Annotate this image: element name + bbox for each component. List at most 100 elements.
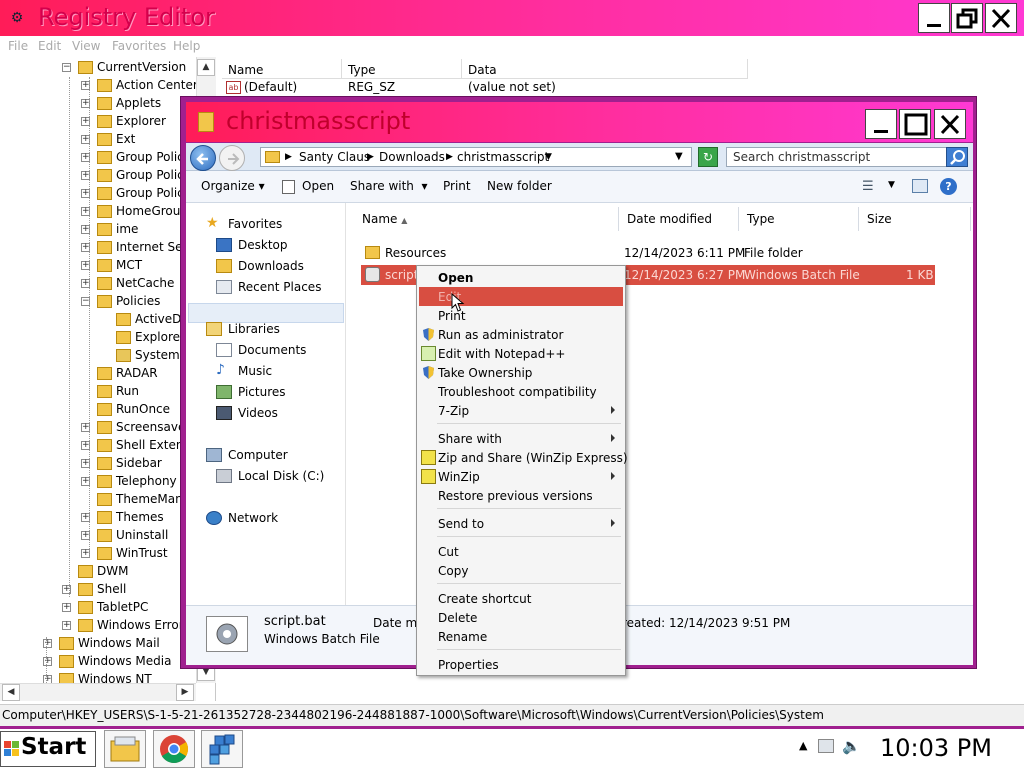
show-hidden-icons-icon[interactable]: ▲ bbox=[799, 739, 807, 752]
taskbar-file-explorer[interactable] bbox=[104, 730, 146, 768]
share-with-button[interactable]: Share with ▾ bbox=[350, 179, 428, 193]
search-button[interactable] bbox=[946, 147, 968, 167]
expand-icon[interactable]: + bbox=[62, 621, 71, 630]
tree-item[interactable]: + Telephony bbox=[0, 473, 200, 491]
tree-item[interactable]: ActiveDe bbox=[0, 311, 200, 329]
menu-item-print[interactable]: Print bbox=[419, 306, 623, 325]
menu-edit[interactable]: Edit bbox=[38, 39, 61, 53]
taskbar-clock[interactable]: 10:03 PM bbox=[880, 734, 992, 762]
tree-item[interactable]: ThemeMan bbox=[0, 491, 200, 509]
registry-minimize-button[interactable] bbox=[918, 3, 950, 33]
breadcrumb-chevron-icon[interactable]: ▼ bbox=[545, 152, 552, 162]
menu-item-create-shortcut[interactable]: Create shortcut bbox=[419, 589, 623, 608]
open-button[interactable]: Open bbox=[302, 179, 334, 193]
refresh-button[interactable]: ↻ bbox=[698, 147, 718, 167]
menu-item-troubleshoot[interactable]: Troubleshoot compatibility bbox=[419, 382, 623, 401]
tree-item[interactable]: + Internet Setti bbox=[0, 239, 200, 257]
collapse-icon[interactable]: − bbox=[62, 63, 71, 72]
view-options-icon[interactable]: ☰ bbox=[862, 179, 874, 194]
tree-item[interactable]: + Action Center bbox=[0, 77, 200, 95]
navigation-pane[interactable]: ★ Favorites Desktop Downloads Recent Pla… bbox=[186, 203, 346, 605]
tree-item[interactable]: + Windows Media bbox=[0, 653, 200, 671]
expand-icon[interactable]: + bbox=[43, 639, 52, 648]
tree-item[interactable]: + Ext bbox=[0, 131, 200, 149]
menu-item-winzip[interactable]: WinZip bbox=[419, 467, 623, 486]
values-column-data[interactable]: Data bbox=[462, 59, 748, 79]
preview-pane-icon[interactable] bbox=[912, 179, 928, 193]
menu-item-share-with[interactable]: Share with bbox=[419, 429, 623, 448]
explorer-minimize-button[interactable] bbox=[865, 109, 897, 139]
tree-item[interactable]: Explorer bbox=[0, 329, 200, 347]
registry-close-button[interactable] bbox=[985, 3, 1017, 33]
menu-item-delete[interactable]: Delete bbox=[419, 608, 623, 627]
column-date-modified[interactable]: Date modified bbox=[619, 207, 739, 231]
menu-item-7zip[interactable]: 7-Zip bbox=[419, 401, 623, 420]
values-column-type[interactable]: Type bbox=[342, 59, 462, 79]
tree-item[interactable]: DWM bbox=[0, 563, 200, 581]
menu-item-send-to[interactable]: Send to bbox=[419, 514, 623, 533]
registry-restore-button[interactable] bbox=[951, 3, 983, 33]
tree-item[interactable]: + Sidebar bbox=[0, 455, 200, 473]
explorer-maximize-button[interactable] bbox=[899, 109, 931, 139]
tree-item[interactable]: + Shell Extens bbox=[0, 437, 200, 455]
breadcrumb-christmasscript[interactable]: christmasscript bbox=[457, 150, 549, 164]
scroll-up-icon[interactable]: ▲ bbox=[197, 59, 215, 76]
new-folder-button[interactable]: New folder bbox=[487, 179, 552, 193]
scroll-right-icon[interactable]: ▶ bbox=[176, 684, 194, 701]
menu-item-copy[interactable]: Copy bbox=[419, 561, 623, 580]
tree-item[interactable]: − CurrentVersion bbox=[0, 59, 200, 77]
tree-item[interactable]: + Windows Error bbox=[0, 617, 200, 635]
tree-item[interactable]: + NetCache bbox=[0, 275, 200, 293]
start-button[interactable]: Start bbox=[0, 731, 96, 767]
breadcrumb-downloads[interactable]: Downloads bbox=[379, 150, 445, 164]
menu-help[interactable]: Help bbox=[173, 39, 200, 53]
menu-item-edit[interactable]: Edit bbox=[419, 287, 623, 306]
breadcrumb-chevron-icon[interactable]: ▶ bbox=[446, 152, 453, 162]
menu-item-properties[interactable]: Properties bbox=[419, 655, 623, 674]
tree-item[interactable]: System bbox=[0, 347, 200, 365]
menu-item-edit-with-notepad[interactable]: Edit with Notepad++ bbox=[419, 344, 623, 363]
menu-file[interactable]: File bbox=[8, 39, 28, 53]
tree-item[interactable]: + Group Polic bbox=[0, 167, 200, 185]
tree-item[interactable]: + Themes bbox=[0, 509, 200, 527]
menu-item-zip-and-share[interactable]: Zip and Share (WinZip Express) bbox=[419, 448, 628, 467]
view-dropdown-icon[interactable]: ▼ bbox=[888, 180, 895, 190]
tree-item[interactable]: + Applets bbox=[0, 95, 200, 113]
address-bar[interactable]: ▶ Santy Claus ▶ Downloads ▶ christmasscr… bbox=[260, 147, 692, 167]
menu-item-take-ownership[interactable]: Take Ownership bbox=[419, 363, 623, 382]
help-icon[interactable]: ? bbox=[940, 178, 957, 195]
breadcrumb-chevron-icon[interactable]: ▶ bbox=[285, 152, 292, 162]
tree-item[interactable]: + MCT bbox=[0, 257, 200, 275]
volume-icon[interactable]: 🔈 bbox=[842, 737, 861, 755]
file-row-resources[interactable]: Resources 12/14/2023 6:11 PM File folder bbox=[361, 243, 935, 263]
expand-icon[interactable]: + bbox=[62, 603, 71, 612]
menu-item-restore-previous-versions[interactable]: Restore previous versions bbox=[419, 486, 623, 505]
menu-favorites[interactable]: Favorites bbox=[112, 39, 166, 53]
forward-button[interactable] bbox=[219, 145, 245, 171]
tree-item[interactable]: + Group Polic bbox=[0, 185, 200, 203]
column-size[interactable]: Size bbox=[859, 207, 971, 231]
column-type[interactable]: Type bbox=[739, 207, 859, 231]
tree-item[interactable]: + Group Polic bbox=[0, 149, 200, 167]
tree-item[interactable]: + Windows Mail bbox=[0, 635, 200, 653]
values-column-name[interactable]: Name bbox=[222, 59, 342, 79]
breadcrumb-chevron-icon[interactable]: ▶ bbox=[367, 152, 374, 162]
taskbar-chrome[interactable] bbox=[153, 730, 195, 768]
menu-item-open[interactable]: Open bbox=[419, 268, 623, 287]
print-button[interactable]: Print bbox=[443, 179, 471, 193]
tree-item[interactable]: + Shell bbox=[0, 581, 200, 599]
tree-item[interactable]: Run bbox=[0, 383, 200, 401]
tree-item[interactable]: + Uninstall bbox=[0, 527, 200, 545]
breadcrumb-santy-claus[interactable]: Santy Claus bbox=[299, 150, 370, 164]
tree-item[interactable]: + WinTrust bbox=[0, 545, 200, 563]
tree-item[interactable]: + Explorer bbox=[0, 113, 200, 131]
explorer-close-button[interactable] bbox=[934, 109, 966, 139]
network-tray-icon[interactable] bbox=[818, 739, 834, 753]
menu-item-rename[interactable]: Rename bbox=[419, 627, 623, 646]
menu-item-cut[interactable]: Cut bbox=[419, 542, 623, 561]
tree-item[interactable]: − Policies bbox=[0, 293, 200, 311]
tree-item[interactable]: RADAR bbox=[0, 365, 200, 383]
scroll-left-icon[interactable]: ◀ bbox=[2, 684, 20, 701]
value-name[interactable]: (Default) bbox=[244, 80, 297, 94]
search-input[interactable]: Search christmasscript bbox=[726, 147, 968, 167]
